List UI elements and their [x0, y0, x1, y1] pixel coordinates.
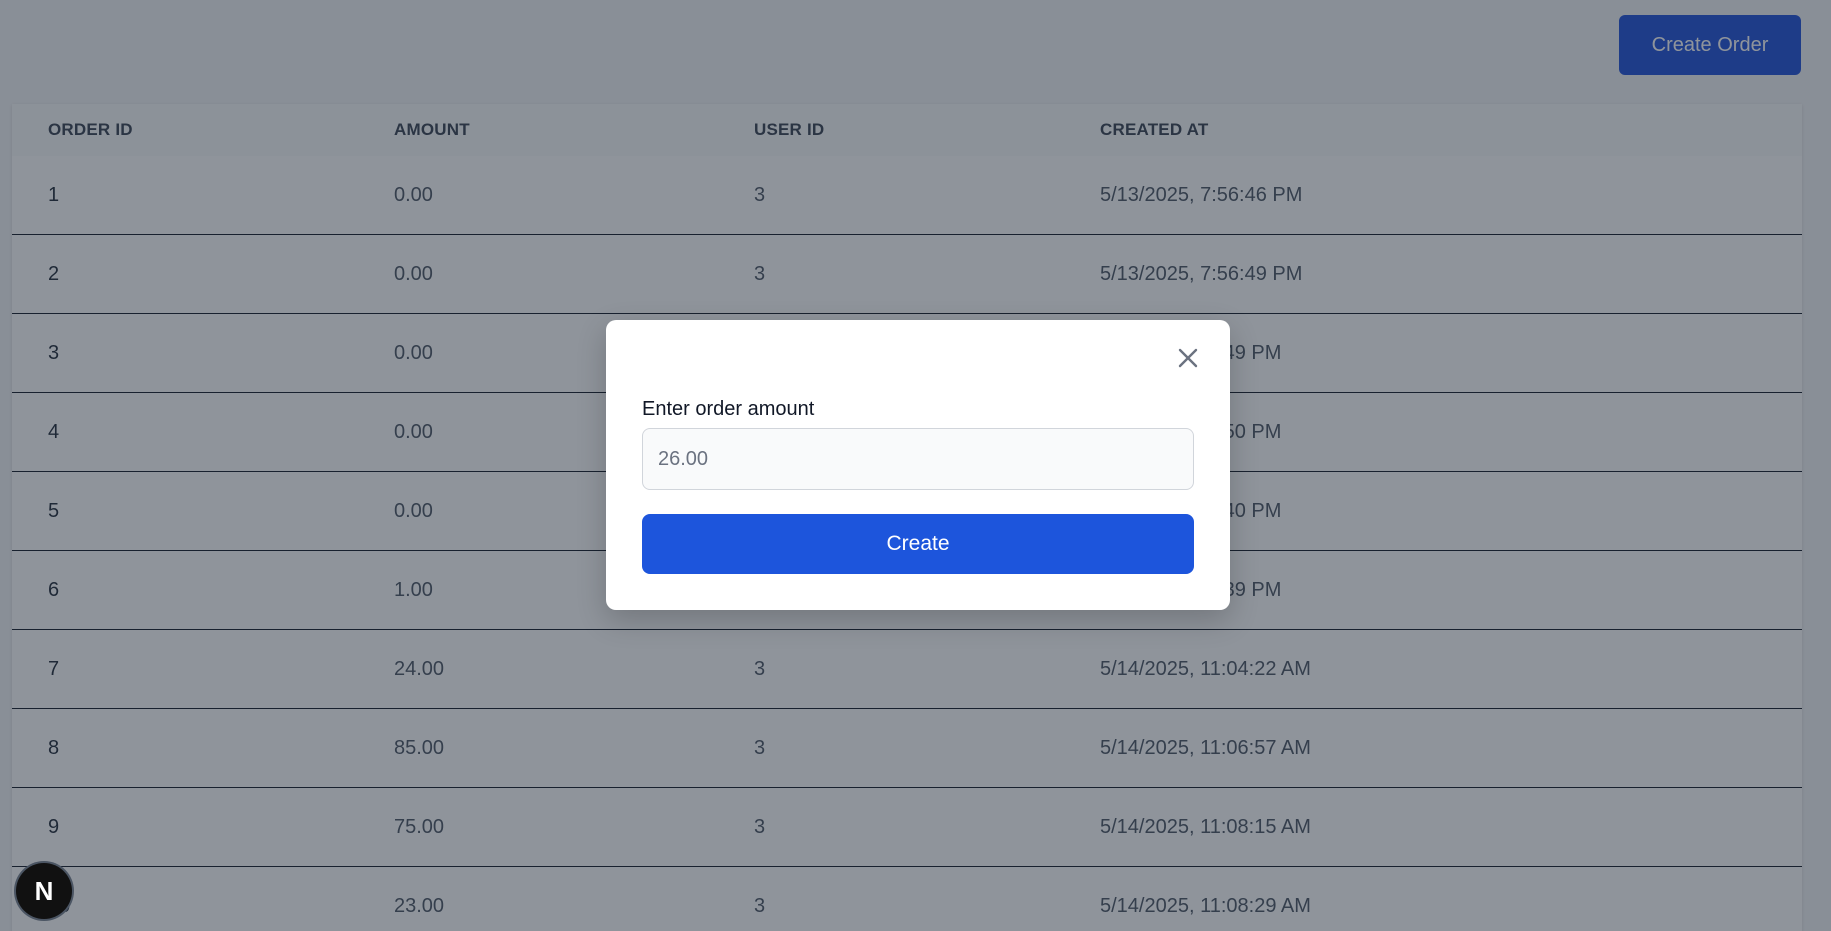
order-amount-input[interactable]	[642, 428, 1194, 490]
close-icon[interactable]	[1172, 342, 1204, 374]
order-amount-label: Enter order amount	[642, 398, 815, 420]
nextjs-logo-icon[interactable]: N	[16, 863, 72, 919]
orders-page: Create Order ORDER ID AMOUNT USER ID CRE…	[0, 0, 1831, 931]
create-order-modal: Enter order amount Create	[606, 320, 1230, 610]
create-button[interactable]: Create	[642, 514, 1194, 574]
